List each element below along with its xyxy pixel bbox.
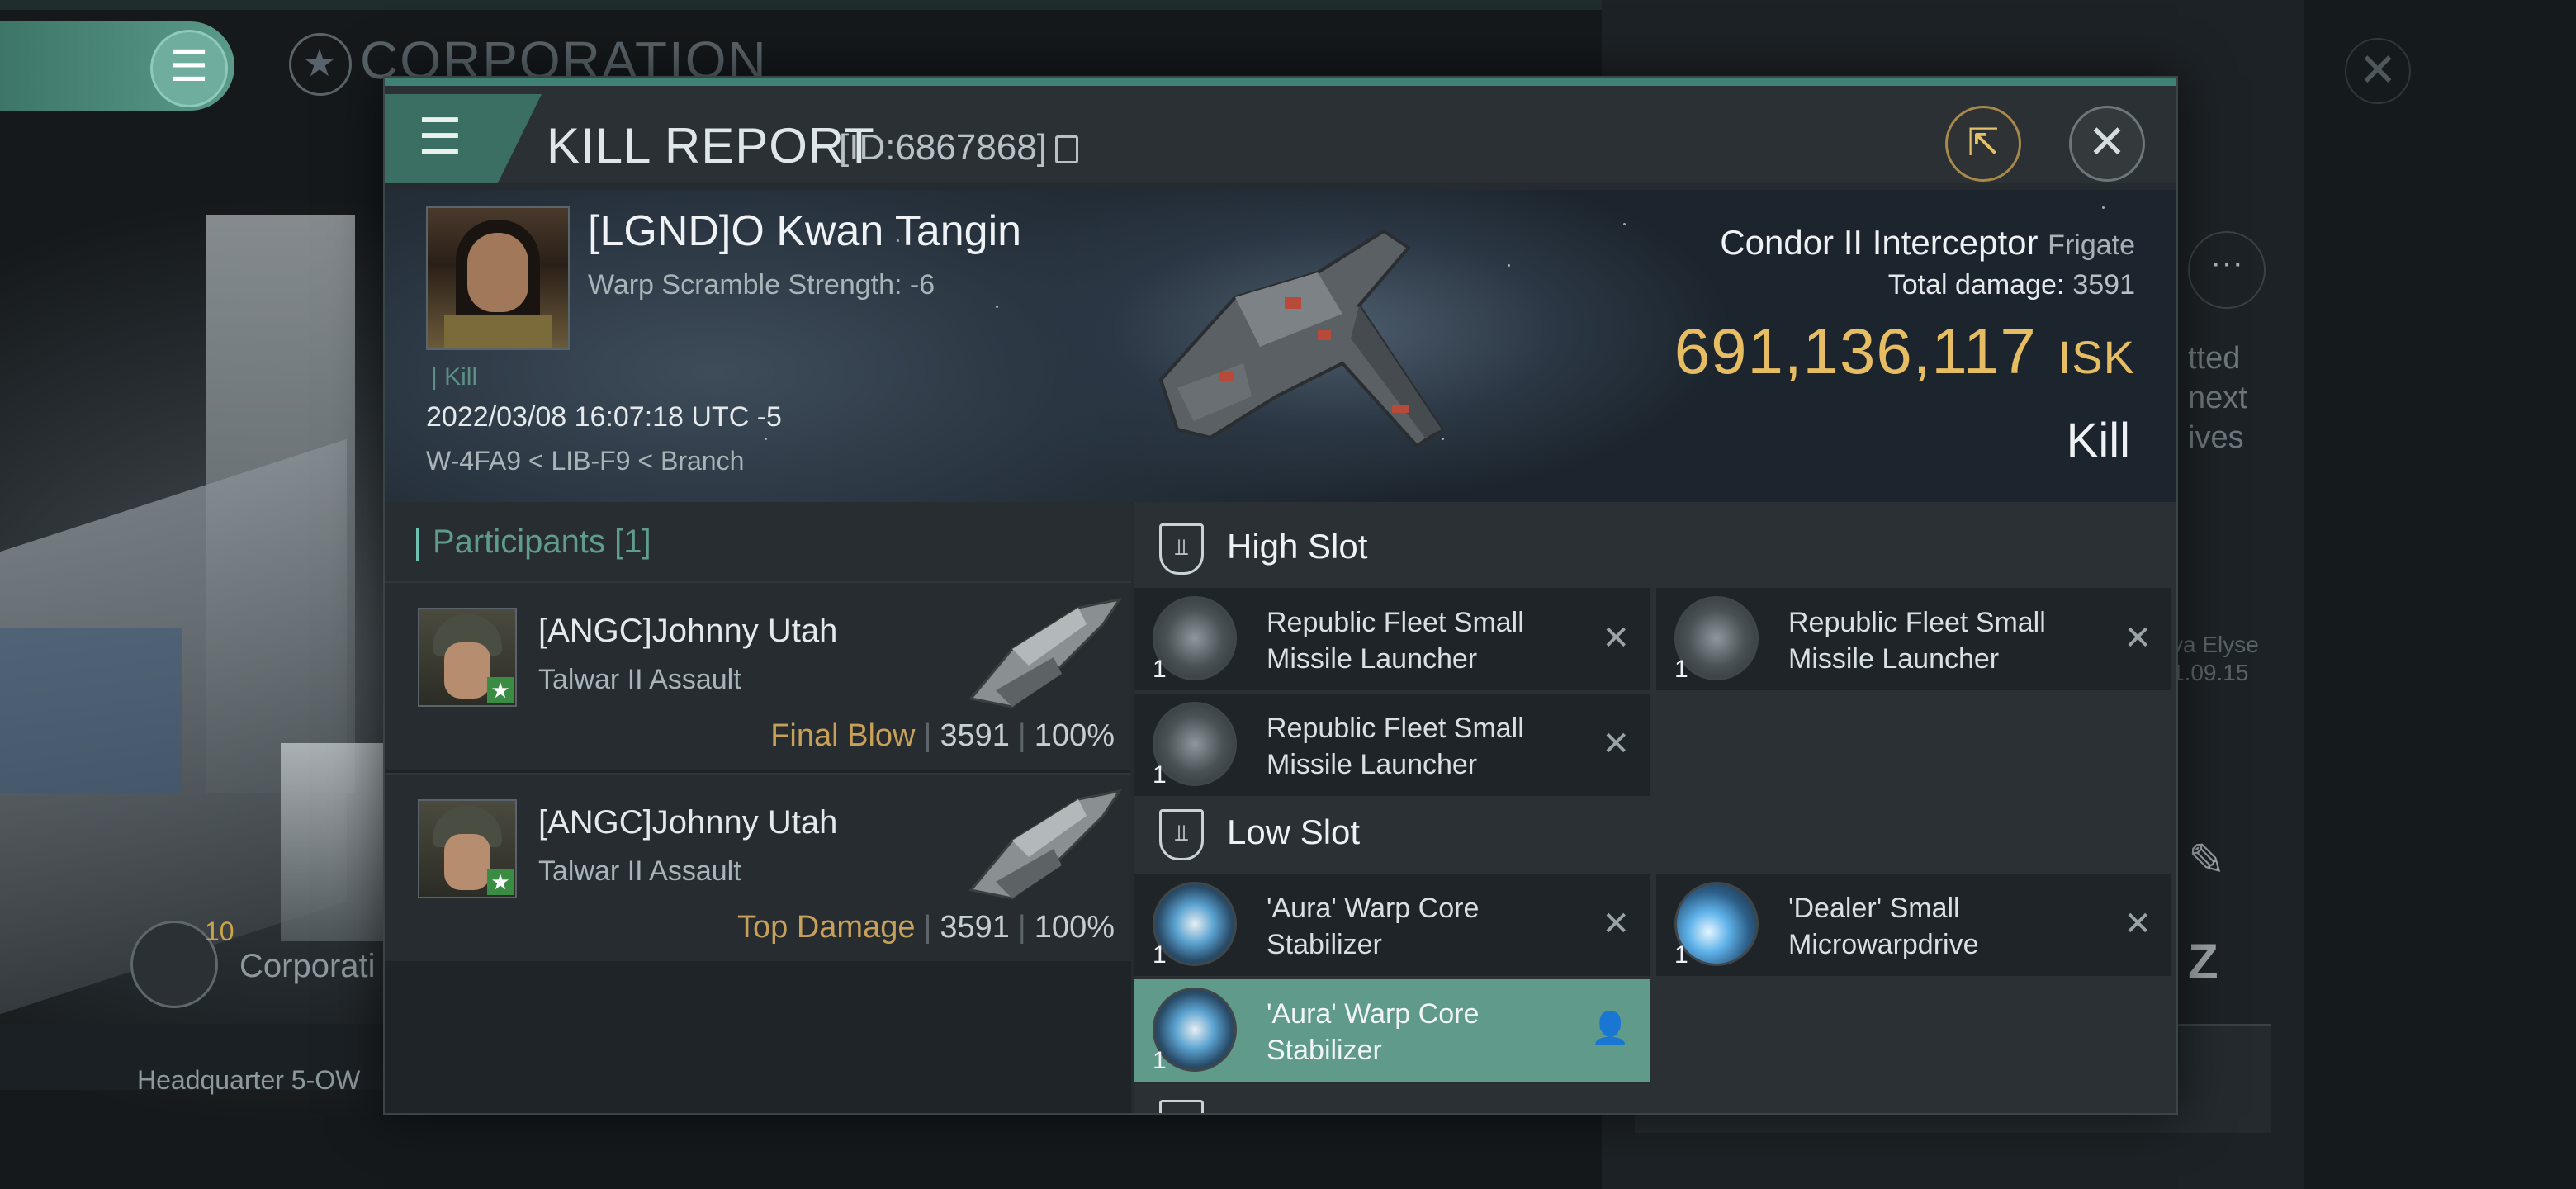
background-right-text: tted next ives: [2188, 341, 2247, 455]
participants-title: Participants [1]: [433, 523, 651, 560]
copy-icon[interactable]: [1054, 135, 1078, 164]
mid-slot-header-partial: [1134, 1097, 1382, 1113]
destroyed-icon: ✕: [1602, 620, 1630, 656]
item-name: 'Aura' Warp Core Stabilizer: [1267, 893, 1480, 960]
total-damage: Total damage: 3591: [1887, 269, 2135, 301]
fitting-item[interactable]: 1 Republic Fleet Small Missile Launcher …: [1656, 588, 2171, 690]
fitting-item[interactable]: 1 'Aura' Warp Core Stabilizer ✕: [1134, 874, 1650, 976]
kill-summary-banner: [LGND]O Kwan Tangin Warp Scramble Streng…: [385, 190, 2176, 502]
sleep-icon: Z: [2188, 934, 2218, 989]
total-damage-value: 3591: [2072, 269, 2135, 301]
participants-panel: Participants [1] ★ [ANGC]Johnny Utah Tal…: [385, 502, 1131, 1113]
destroyed-icon: ✕: [1602, 906, 1630, 942]
isk-unit: ISK: [2057, 331, 2135, 383]
close-button[interactable]: ✕: [2069, 106, 2145, 182]
victim-ship-name[interactable]: Condor II Interceptor Frigate: [1720, 223, 2135, 263]
dialog-title: KILL REPORT: [547, 118, 875, 173]
participant-name[interactable]: [ANGC]Johnny Utah: [538, 613, 837, 650]
dropped-person-icon: 👤: [1590, 1011, 1630, 1046]
dialog-menu-button[interactable]: ☰: [385, 94, 542, 183]
participant-damage: 3591: [940, 910, 1010, 945]
background-far-right-pane: [2304, 0, 2576, 1189]
item-name: 'Aura' Warp Core Stabilizer: [1267, 998, 1480, 1066]
kill-location[interactable]: W-4FA9 < LIB-F9 < Branch: [426, 446, 744, 476]
edit-icon: ✎: [2188, 836, 2226, 885]
participant-row[interactable]: ★ [ANGC]Johnny Utah Talwar II Assault Fi…: [385, 581, 1131, 770]
station-panel: [0, 628, 182, 793]
item-quantity: 1: [1153, 941, 1167, 969]
isk-value: 691,136,117 ISK: [1674, 315, 2135, 387]
fitting-item[interactable]: 1 'Dealer' Small Microwarpdrive ✕: [1656, 874, 2171, 976]
high-slot-icon: ⫫: [1159, 523, 1204, 575]
kill-result: Kill: [2066, 414, 2130, 467]
participant-avatar[interactable]: ★: [418, 799, 517, 898]
participant-name[interactable]: [ANGC]Johnny Utah: [538, 804, 837, 841]
kill-report-dialog: ☰ KILL REPORT [ID:6867868] ⇱ ✕ [LGND]O K…: [383, 76, 2178, 1115]
kill-timestamp: 2022/03/08 16:07:18 UTC -5: [426, 401, 782, 433]
more-options-icon: ···: [2188, 231, 2266, 309]
item-name: 'Dealer' Small Microwarpdrive: [1788, 893, 1979, 960]
hamburger-icon[interactable]: ☰: [150, 30, 228, 107]
participant-ship-image: [968, 789, 1123, 900]
item-name: Republic Fleet Small Missile Launcher: [1788, 607, 2046, 675]
dialog-header: ☰ KILL REPORT [ID:6867868] ⇱ ✕: [385, 86, 2176, 183]
background-right-small: va Elyse 1.09.15: [2171, 632, 2259, 685]
corporation-count: 10: [205, 917, 234, 946]
star-badge-icon: ★: [487, 869, 514, 895]
fitting-item[interactable]: 1 'Aura' Warp Core Stabilizer 👤: [1134, 979, 1650, 1082]
background-close-icon: ✕: [2345, 38, 2411, 104]
fittings-panel: ⫫ High Slot 1 Republic Fleet Small Missi…: [1134, 502, 2176, 1113]
high-slot-title: High Slot: [1227, 527, 1368, 566]
corporation-label: Corporati: [239, 948, 376, 984]
participant-ship: Talwar II Assault: [538, 855, 741, 887]
participant-avatar[interactable]: ★: [418, 608, 517, 707]
item-quantity: 1: [1153, 1047, 1167, 1074]
participant-ship-image: [968, 597, 1123, 708]
fitting-item[interactable]: 1 Republic Fleet Small Missile Launcher …: [1134, 694, 1650, 796]
low-slot-icon: ⫫: [1159, 809, 1204, 860]
item-quantity: 1: [1153, 656, 1167, 683]
main-menu-button[interactable]: ☰: [0, 21, 234, 111]
participant-stats: Top Damage | 3591 | 100%: [737, 910, 1115, 945]
kill-tag: | Kill: [431, 363, 478, 391]
destroyed-icon: ✕: [2124, 620, 2152, 656]
low-slot-title: Low Slot: [1227, 812, 1361, 851]
victim-name[interactable]: [LGND]O Kwan Tangin: [588, 206, 1021, 256]
ship-class: Frigate: [2048, 230, 2135, 261]
fitting-item[interactable]: 1 Republic Fleet Small Missile Launcher …: [1134, 588, 1650, 690]
final-blow-tag: Final Blow: [770, 718, 916, 753]
item-name: Republic Fleet Small Missile Launcher: [1267, 607, 1524, 675]
participants-header: Participants [1]: [385, 502, 1131, 581]
destroyed-icon: ✕: [1602, 726, 1630, 762]
high-slot-header: ⫫ High Slot: [1134, 502, 2176, 588]
accent-stripe: [385, 78, 2176, 86]
item-name: Republic Fleet Small Missile Launcher: [1267, 713, 1524, 780]
close-icon: ✕: [2087, 116, 2127, 168]
victim-ship-image[interactable]: [1111, 198, 1458, 487]
participant-percent: 100%: [1034, 718, 1115, 753]
warp-scramble-strength: Warp Scramble Strength: -6: [588, 269, 935, 301]
mid-slot-icon: [1159, 1100, 1204, 1113]
participant-row[interactable]: ★ [ANGC]Johnny Utah Talwar II Assault To…: [385, 773, 1131, 961]
share-button[interactable]: ⇱: [1945, 106, 2021, 182]
report-id: [ID:6867868]: [839, 127, 1078, 168]
item-quantity: 1: [1674, 656, 1688, 683]
participant-stats: Final Blow | 3591 | 100%: [770, 718, 1115, 753]
destroyed-icon: ✕: [2124, 906, 2152, 942]
victim-portrait[interactable]: [426, 206, 570, 350]
participant-damage: 3591: [940, 718, 1010, 753]
participant-percent: 100%: [1034, 910, 1115, 945]
item-quantity: 1: [1153, 761, 1167, 789]
low-slot-header: ⫫ Low Slot: [1134, 788, 2176, 874]
hamburger-icon: ☰: [418, 109, 462, 164]
share-icon: ⇱: [1967, 121, 2000, 163]
corporation-star-icon: ★: [289, 33, 352, 97]
item-quantity: 1: [1674, 941, 1688, 969]
headquarter-label: Headquarter 5-OW: [137, 1065, 361, 1095]
top-damage-tag: Top Damage: [737, 910, 916, 945]
participant-ship: Talwar II Assault: [538, 664, 741, 695]
star-badge-icon: ★: [487, 677, 514, 703]
